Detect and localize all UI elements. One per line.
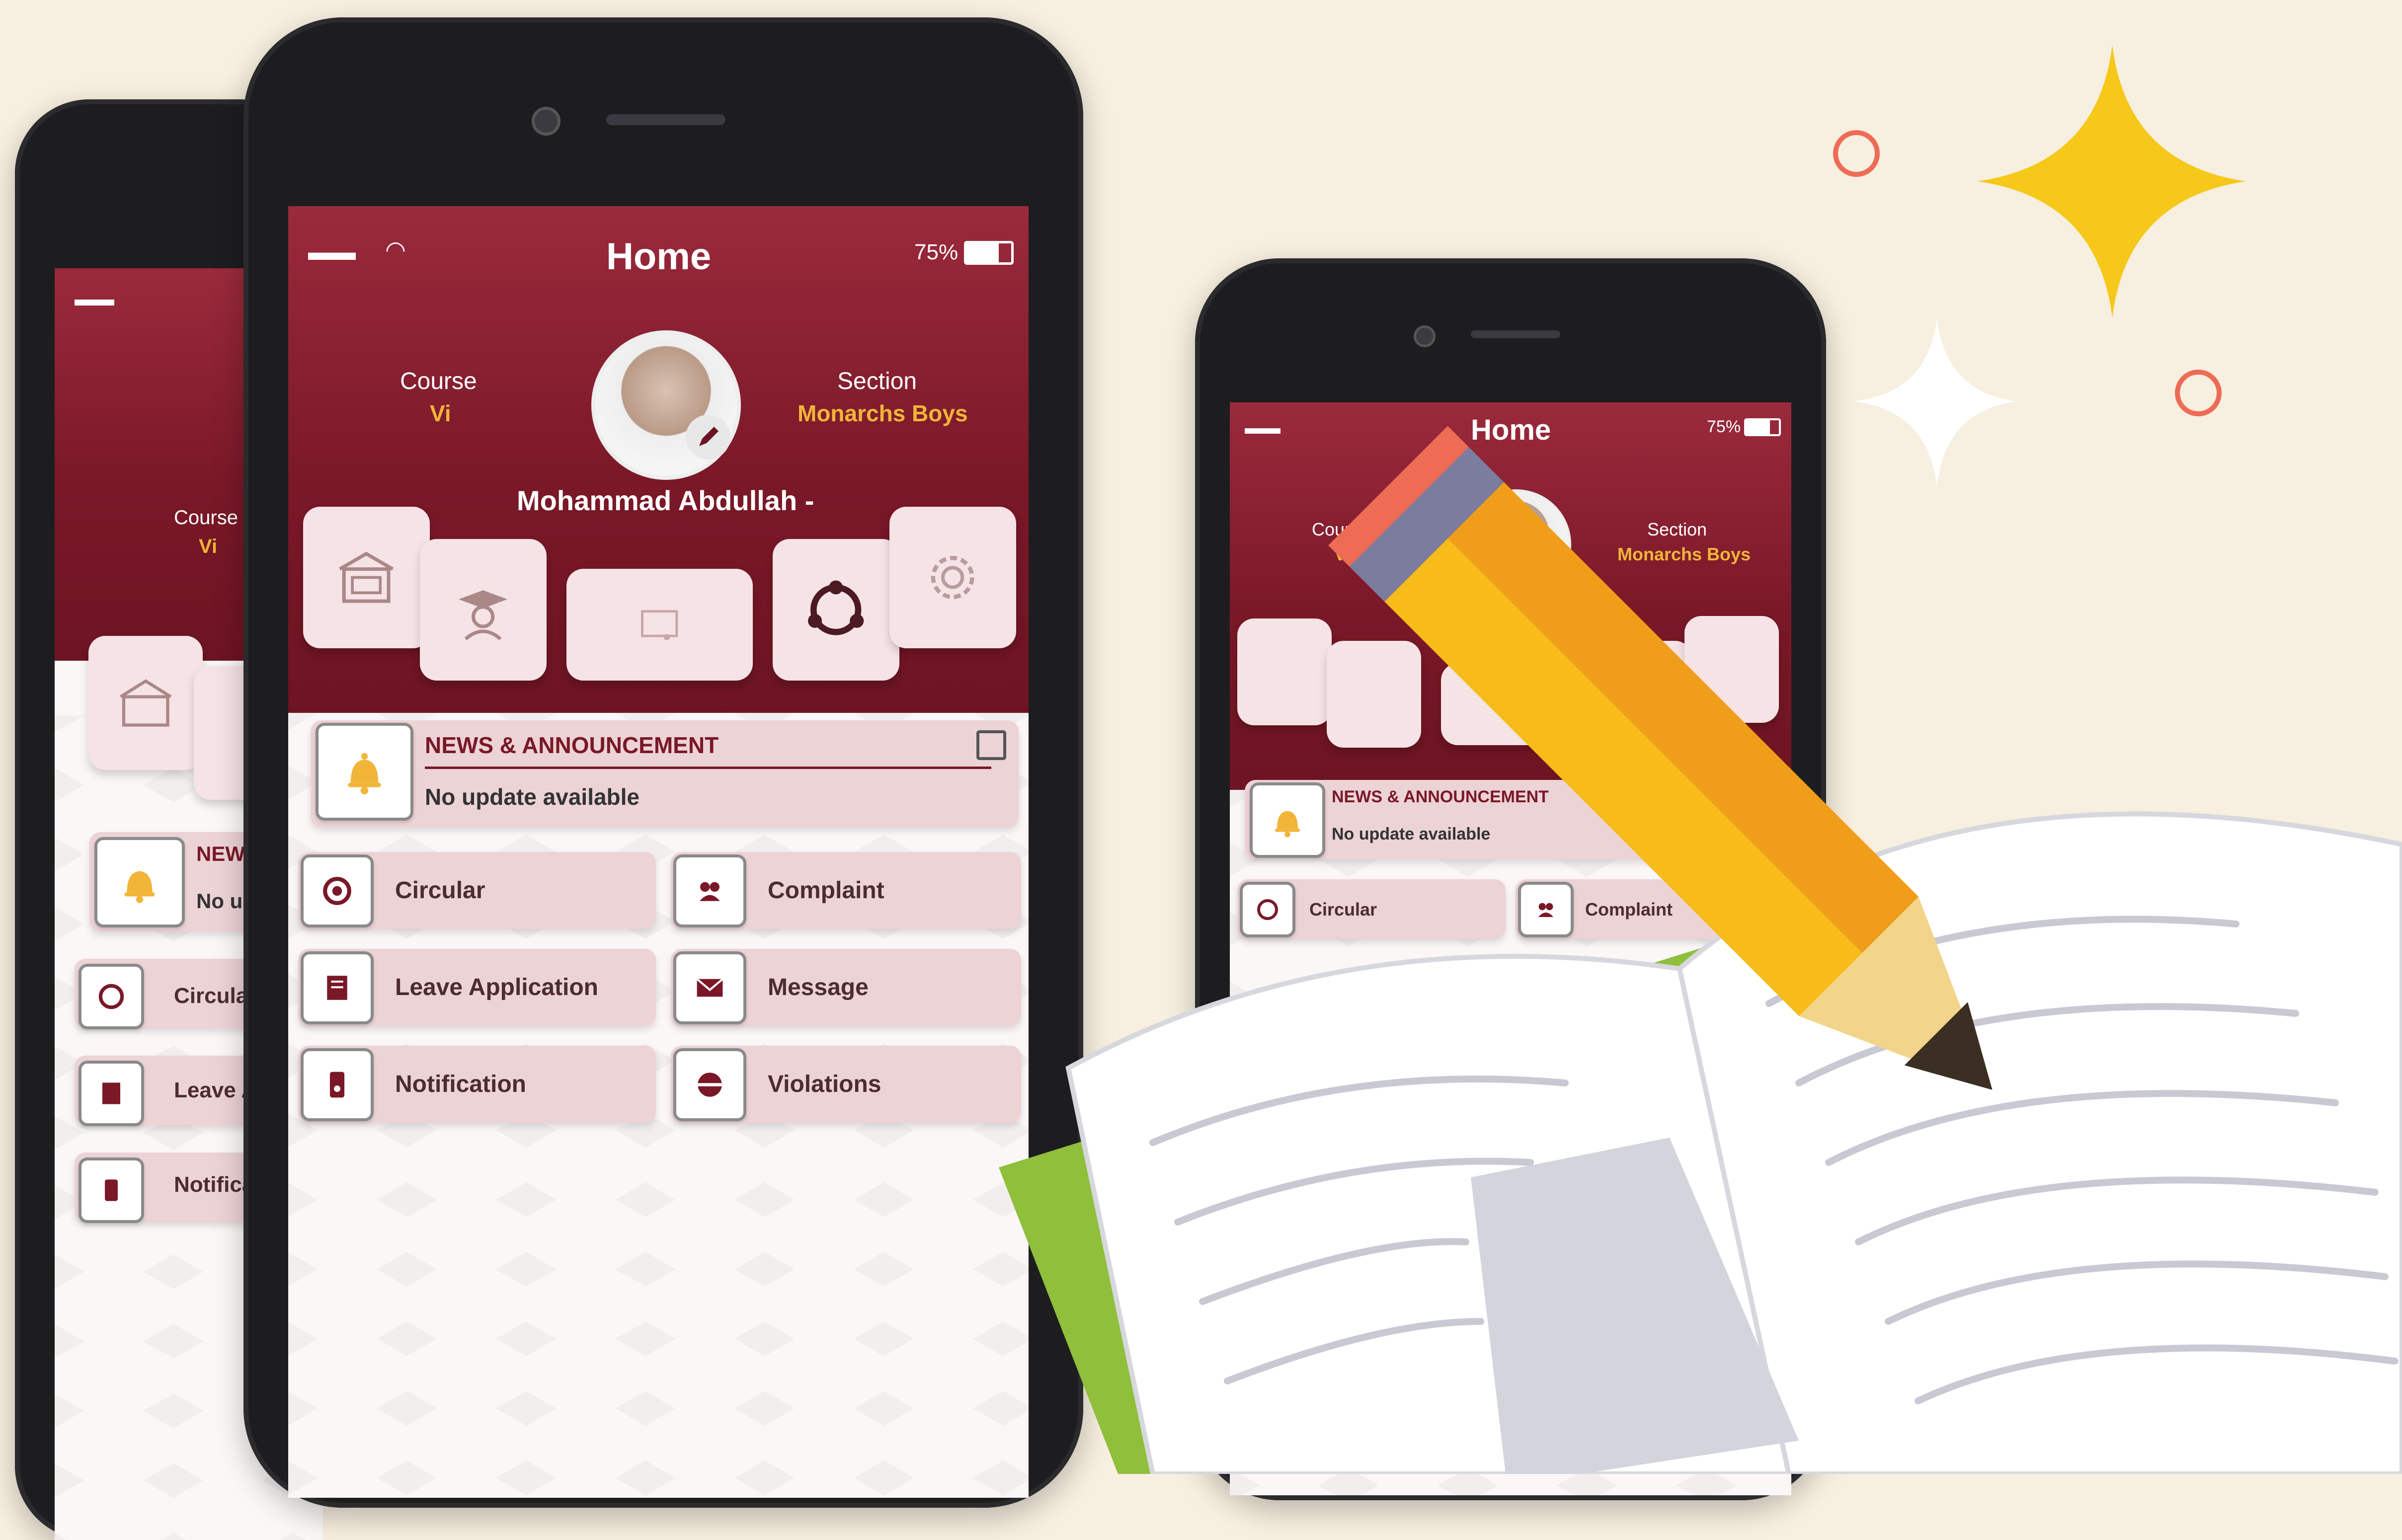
- sparkle-yellow-icon: [1978, 45, 2246, 318]
- sparkle-white-icon: [1853, 318, 2017, 487]
- decor-circle-icon: [2175, 370, 2222, 416]
- decoration-layer: [999, 45, 2402, 1474]
- decor-circle-icon: [1833, 130, 1880, 177]
